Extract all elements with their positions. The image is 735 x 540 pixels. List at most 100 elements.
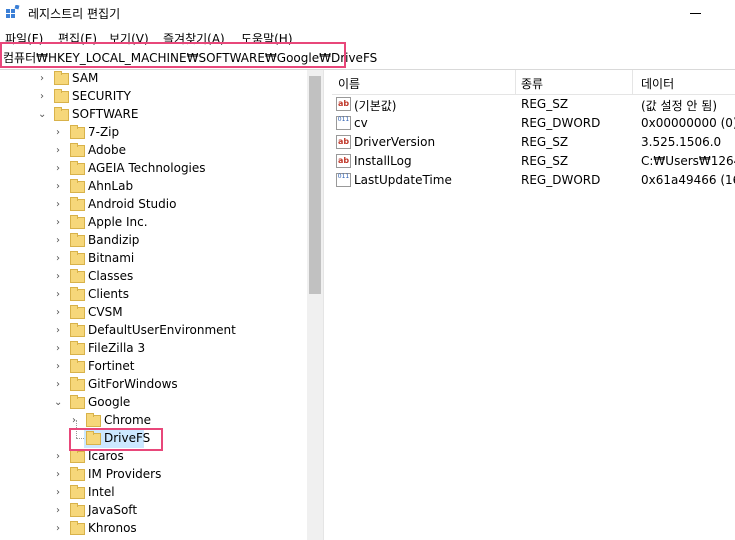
tree-item-label: SAM — [72, 71, 99, 85]
column-divider[interactable] — [515, 70, 516, 94]
folder-icon — [70, 485, 85, 499]
expand-arrow-icon[interactable]: › — [54, 290, 62, 300]
tree-item-label: AGEIA Technologies — [88, 161, 206, 175]
folder-icon — [70, 395, 85, 409]
tree-item-label: CVSM — [88, 305, 123, 319]
expand-arrow-icon[interactable]: › — [54, 488, 62, 498]
tree-item-label: Fortinet — [88, 359, 135, 373]
expand-arrow-icon[interactable]: › — [54, 362, 62, 372]
column-header-type[interactable]: 종류 — [521, 75, 543, 92]
value-row[interactable]: 011 LastUpdateTime REG_DWORD 0x61a49466 … — [332, 171, 735, 190]
tree-item-label: Android Studio — [88, 197, 177, 211]
folder-icon — [54, 107, 69, 121]
expand-arrow-icon[interactable]: › — [54, 344, 62, 354]
value-type: REG_DWORD — [521, 173, 601, 187]
expand-arrow-icon[interactable]: › — [54, 524, 62, 534]
folder-icon — [70, 503, 85, 517]
string-value-icon: ab — [336, 135, 351, 149]
tree-item-label: Icaros — [88, 449, 124, 463]
tree-item-label: Google — [88, 395, 131, 409]
value-name: DriverVersion — [354, 135, 436, 149]
tree-item-label: JavaSoft — [88, 503, 138, 517]
folder-icon — [70, 269, 85, 283]
folder-icon — [70, 377, 85, 391]
drivefs-highlight-box — [69, 428, 163, 451]
binary-value-icon: 011 — [336, 173, 351, 187]
value-name: (기본값) — [354, 99, 397, 113]
column-divider[interactable] — [632, 70, 633, 94]
value-row[interactable]: ab DriverVersion REG_SZ 3.525.1506.0 — [332, 133, 735, 152]
folder-icon — [70, 287, 85, 301]
tree-item-label: Bandizip — [88, 233, 140, 247]
expand-arrow-icon[interactable]: › — [54, 326, 62, 336]
tree-item-label: Chrome — [104, 413, 152, 427]
column-header-data[interactable]: 데이터 — [641, 75, 674, 92]
expand-arrow-icon[interactable]: › — [54, 452, 62, 462]
folder-icon — [70, 521, 85, 535]
tree-item-label: GitForWindows — [88, 377, 178, 391]
value-name: cv — [354, 116, 368, 130]
tree-item-label: FileZilla 3 — [88, 341, 146, 355]
folder-icon — [70, 197, 85, 211]
address-highlight-box — [0, 42, 346, 68]
tree-item-label: IM Providers — [88, 467, 162, 481]
expand-arrow-icon[interactable]: › — [54, 380, 62, 390]
tree-scrollbar-thumb[interactable] — [309, 76, 321, 294]
expand-arrow-icon[interactable]: › — [54, 182, 62, 192]
key-tree: › SAM › SECURITY ⌄ SOFTWARE › 7-Zip › Ad… — [0, 70, 323, 540]
expand-arrow-icon[interactable]: › — [54, 506, 62, 516]
folder-icon — [70, 341, 85, 355]
tree-item-label: Clients — [88, 287, 129, 301]
folder-icon — [70, 449, 85, 463]
expand-arrow-icon[interactable]: › — [54, 236, 62, 246]
folder-icon — [70, 323, 85, 337]
folder-icon — [86, 413, 101, 427]
list-header: 이름 종류 데이터 — [332, 70, 735, 95]
expand-arrow-icon[interactable]: › — [38, 92, 46, 102]
collapse-arrow-icon[interactable]: ⌄ — [38, 110, 46, 120]
value-row[interactable]: 011 cv REG_DWORD 0x00000000 (0) — [332, 114, 735, 133]
folder-icon — [70, 467, 85, 481]
binary-value-icon: 011 — [336, 116, 351, 130]
window-title: 레지스트리 편집기 — [28, 7, 121, 21]
folder-icon — [54, 89, 69, 103]
tree-item-label: Intel — [88, 485, 115, 499]
expand-arrow-icon[interactable]: › — [54, 254, 62, 264]
collapse-arrow-icon[interactable]: ⌄ — [54, 398, 62, 408]
value-name: LastUpdateTime — [354, 173, 452, 187]
expand-arrow-icon[interactable]: › — [54, 218, 62, 228]
value-type: REG_DWORD — [521, 116, 601, 130]
pane-splitter[interactable] — [323, 70, 332, 540]
tree-item-label: Adobe — [88, 143, 126, 157]
value-data: C:₩Users₩126429 — [641, 154, 735, 168]
registry-editor-icon — [6, 5, 20, 18]
expand-arrow-icon[interactable]: › — [54, 272, 62, 282]
expand-arrow-icon[interactable]: › — [54, 146, 62, 156]
folder-icon — [70, 125, 85, 139]
folder-icon — [70, 305, 85, 319]
expand-arrow-icon[interactable]: › — [38, 74, 46, 84]
value-type: REG_SZ — [521, 97, 569, 111]
expand-arrow-icon[interactable]: › — [54, 470, 62, 480]
value-data: (값 설정 안 됨) — [641, 99, 718, 113]
title-bar: 레지스트리 편집기 — [0, 0, 735, 26]
value-row[interactable]: ab (기본값) REG_SZ (값 설정 안 됨) — [332, 95, 735, 114]
expand-arrow-icon[interactable]: › — [54, 308, 62, 318]
column-header-name[interactable]: 이름 — [338, 75, 360, 92]
value-type: REG_SZ — [521, 154, 569, 168]
tree-item-label: SOFTWARE — [72, 107, 139, 121]
tree-item-label: AhnLab — [88, 179, 134, 193]
expand-arrow-icon[interactable]: › — [54, 200, 62, 210]
value-data: 0x00000000 (0) — [641, 116, 735, 130]
minimize-button[interactable] — [690, 4, 720, 22]
value-row[interactable]: ab InstallLog REG_SZ C:₩Users₩126429 — [332, 152, 735, 171]
expand-arrow-icon[interactable]: › — [54, 164, 62, 174]
tree-item-label: SECURITY — [72, 89, 131, 103]
value-name: InstallLog — [354, 154, 412, 168]
tree-item-label: 7-Zip — [88, 125, 120, 139]
folder-icon — [70, 161, 85, 175]
tree-item-label: Apple Inc. — [88, 215, 148, 229]
value-type: REG_SZ — [521, 135, 569, 149]
folder-icon — [70, 251, 85, 265]
expand-arrow-icon[interactable]: › — [54, 128, 62, 138]
